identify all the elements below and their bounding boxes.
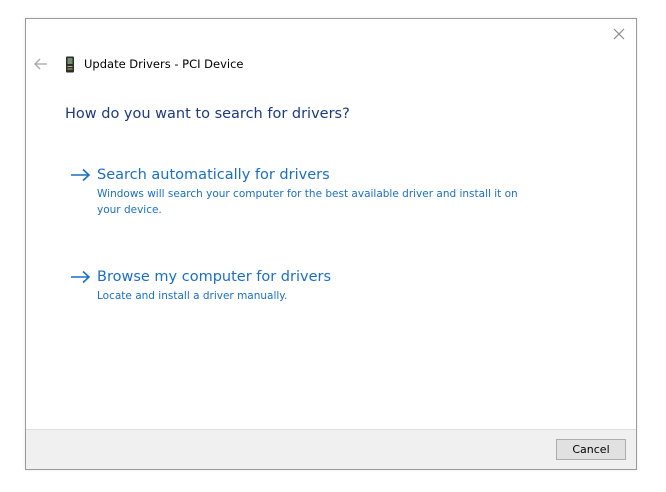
screen: Update Drivers - PCI Device How do you w… xyxy=(0,0,666,492)
close-button[interactable] xyxy=(608,23,630,45)
back-button[interactable] xyxy=(32,56,50,72)
arrow-right-icon xyxy=(71,168,91,182)
back-arrow-icon xyxy=(34,58,47,70)
option-title[interactable]: Browse my computer for drivers xyxy=(97,266,331,288)
close-icon xyxy=(613,28,625,40)
update-drivers-dialog: Update Drivers - PCI Device How do you w… xyxy=(25,18,637,470)
window-title: Update Drivers - PCI Device xyxy=(84,57,244,71)
page-heading: How do you want to search for drivers? xyxy=(65,106,350,122)
cancel-button[interactable]: Cancel xyxy=(556,439,626,460)
option-title[interactable]: Search automatically for drivers xyxy=(97,164,330,186)
pci-device-icon xyxy=(64,56,76,73)
arrow-right-icon xyxy=(71,270,91,284)
option-description: Locate and install a driver manually. xyxy=(97,290,288,302)
dialog-footer: Cancel xyxy=(26,429,636,469)
option-description: Windows will search your computer for th… xyxy=(97,188,518,216)
